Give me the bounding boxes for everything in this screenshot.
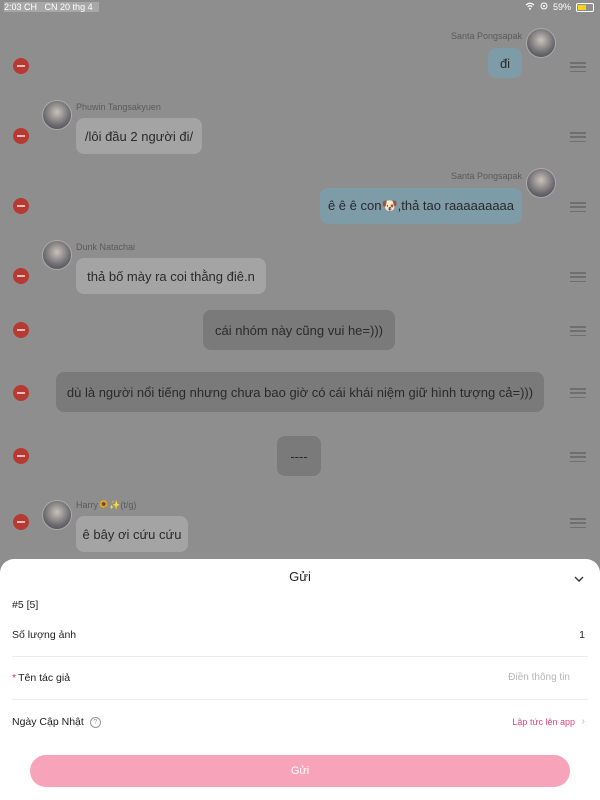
drag-handle-icon[interactable] <box>570 132 586 142</box>
avatar <box>42 240 72 270</box>
author-label: * Tên tác giả <box>12 672 70 684</box>
message-row: Phuwin Tangsakyuen /lôi đầu 2 người đi/ <box>0 98 600 160</box>
drag-handle-icon[interactable] <box>570 518 586 528</box>
delete-icon[interactable] <box>13 268 29 284</box>
image-count-value: 1 <box>579 629 585 641</box>
message-text: ê ê ê con🐶,thả tao raaaaaaaaa <box>327 198 515 213</box>
delete-icon[interactable] <box>13 58 29 74</box>
sheet-title: Gửi <box>289 569 311 584</box>
drag-handle-icon[interactable] <box>570 326 586 336</box>
wifi-icon <box>525 2 535 12</box>
sender-name: Santa Pongsapak <box>450 31 522 41</box>
message-row: dù là người nổi tiếng nhưng chưa bao giờ… <box>0 372 600 422</box>
author-input[interactable]: Điền thông tin <box>508 672 570 683</box>
message-row: ---- <box>0 434 600 484</box>
status-time: 2:03 CH <box>4 2 38 12</box>
update-label: Ngày Cập Nhật? <box>12 716 101 728</box>
avatar <box>526 28 556 58</box>
avatar <box>526 168 556 198</box>
drag-handle-icon[interactable] <box>570 202 586 212</box>
avatar <box>42 100 72 130</box>
message-bubble[interactable]: cái nhóm này cũng vui he=))) <box>203 310 395 350</box>
battery-icon <box>576 2 594 12</box>
status-bar: 2:03 CH CN 20 thg 4 59% <box>0 0 600 14</box>
status-left: 2:03 CH CN 20 thg 4 <box>4 2 99 12</box>
help-icon[interactable]: ? <box>89 716 101 728</box>
sender-name: Santa Pongsapak <box>450 171 522 181</box>
message-text: thả bố mày ra coi thằng điê.n <box>87 268 255 284</box>
chevron-down-icon[interactable] <box>574 571 584 582</box>
chevron-right-icon[interactable]: › <box>582 716 585 727</box>
message-bubble[interactable]: đi <box>488 48 522 78</box>
message-bubble[interactable]: thả bố mày ra coi thằng điê.n <box>76 258 266 294</box>
status-right: 59% <box>525 2 594 12</box>
message-row: Harry🌻✨(t/g) ê bây ơi cứu cứu <box>0 498 600 560</box>
drag-handle-icon[interactable] <box>570 272 586 282</box>
send-button[interactable]: Gửi <box>30 755 570 787</box>
delete-icon[interactable] <box>13 322 29 338</box>
message-text: cái nhóm này cũng vui he=))) <box>214 322 383 338</box>
message-bubble[interactable]: /lôi đầu 2 người đi/ <box>76 118 202 154</box>
battery-percent: 59% <box>552 2 571 12</box>
divider <box>12 699 588 700</box>
status-date: CN 20 thg 4 <box>44 2 93 12</box>
sender-name: Dunk Natachai <box>76 242 136 252</box>
message-bubble[interactable]: ---- <box>277 436 321 476</box>
delete-icon[interactable] <box>13 448 29 464</box>
message-text: dù là người nổi tiếng nhưng chưa bao giờ… <box>66 384 534 400</box>
message-bubble[interactable]: ê ê ê con🐶,thả tao raaaaaaaaa <box>320 188 522 224</box>
id-line: #5 [5] <box>12 599 39 611</box>
message-text: ---- <box>290 448 308 464</box>
required-icon: * <box>12 672 17 684</box>
location-icon <box>540 2 548 12</box>
message-row: Santa Pongsapak ê ê ê con🐶,thả tao raaaa… <box>0 168 600 230</box>
message-text: đi <box>499 55 511 71</box>
send-sheet: Gửi #5 [5] Số lượng ảnh 1 * Tên tác giả Đ… <box>0 559 600 800</box>
sender-name: Harry🌻✨(t/g) <box>76 500 137 510</box>
avatar <box>42 500 72 530</box>
drag-handle-icon[interactable] <box>570 452 586 462</box>
sender-name: Phuwin Tangsakyuen <box>76 102 161 112</box>
update-value-link[interactable]: Lập tức lên app <box>512 717 575 727</box>
message-bubble[interactable]: dù là người nổi tiếng nhưng chưa bao giờ… <box>56 372 544 412</box>
divider <box>12 656 588 657</box>
chat-list[interactable]: Santa Pongsapak đi Phuwin Tangsakyuen /l… <box>0 14 600 559</box>
delete-icon[interactable] <box>13 128 29 144</box>
drag-handle-icon[interactable] <box>570 388 586 398</box>
update-label-text: Ngày Cập Nhật <box>12 716 84 728</box>
message-row: cái nhóm này cũng vui he=))) <box>0 308 600 358</box>
message-text: /lôi đầu 2 người đi/ <box>84 128 194 144</box>
message-text: ê bây ơi cứu cứu <box>82 526 182 542</box>
message-row: Dunk Natachai thả bố mày ra coi thằng đi… <box>0 238 600 300</box>
image-count-label: Số lượng ảnh <box>12 629 77 641</box>
drag-handle-icon[interactable] <box>570 62 586 72</box>
author-label-text: Tên tác giả <box>18 672 71 684</box>
battery-fill <box>578 4 586 10</box>
delete-icon[interactable] <box>13 198 29 214</box>
message-row: Santa Pongsapak đi <box>0 28 600 90</box>
message-bubble[interactable]: ê bây ơi cứu cứu <box>76 516 188 552</box>
delete-icon[interactable] <box>13 385 29 401</box>
delete-icon[interactable] <box>13 514 29 530</box>
